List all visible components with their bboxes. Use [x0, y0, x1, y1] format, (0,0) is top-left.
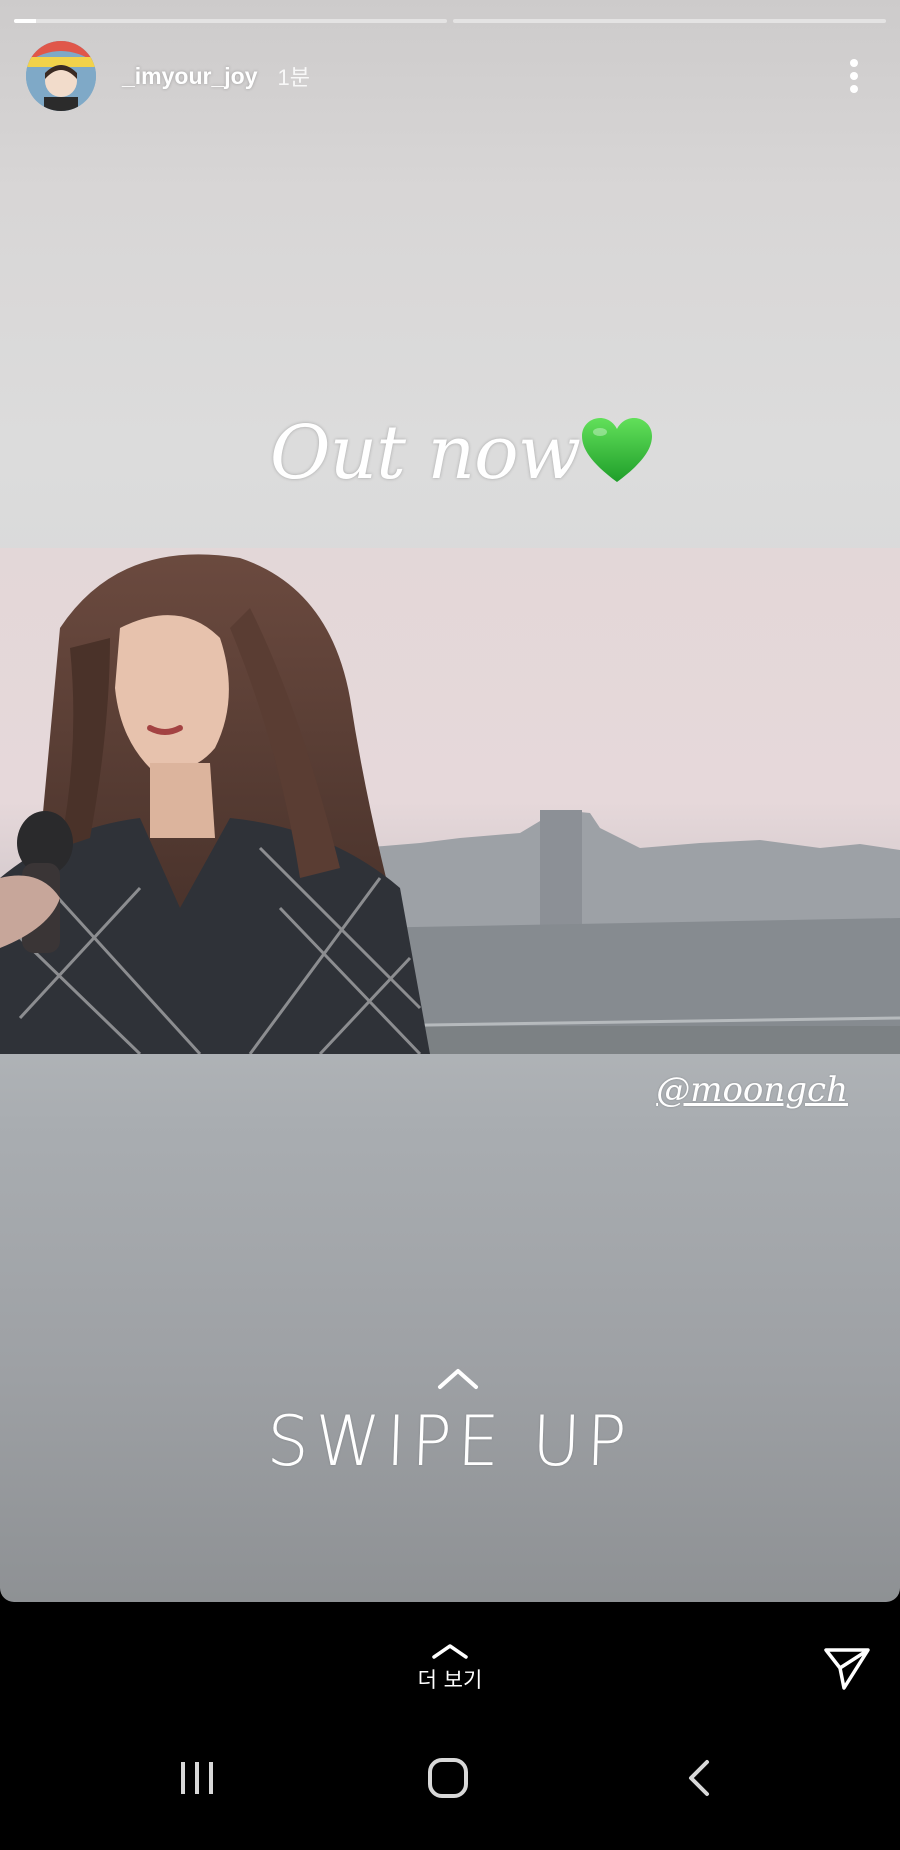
- post-time: 1분: [277, 65, 310, 90]
- back-button[interactable]: [669, 1748, 729, 1808]
- story-progress: [14, 19, 886, 23]
- more-vertical-icon: [850, 59, 858, 93]
- swipe-up-label: SWIPE UP: [266, 1401, 634, 1482]
- see-more-label: 더 보기: [417, 1668, 483, 1692]
- more-options-button[interactable]: [834, 50, 874, 102]
- back-icon: [689, 1760, 709, 1796]
- chevron-up-icon: [438, 1369, 478, 1389]
- story-frame[interactable]: _imyour_joy 1분 Out now @moongch SWIPE UP: [0, 0, 900, 1602]
- caption-text: Out now: [269, 410, 581, 496]
- story-footer: 더 보기: [0, 1602, 900, 1714]
- caption-sticker: Out now: [0, 410, 900, 496]
- home-button[interactable]: [418, 1748, 478, 1808]
- story-header: _imyour_joy 1분: [26, 40, 874, 112]
- send-button[interactable]: [822, 1646, 872, 1692]
- recent-apps-button[interactable]: [167, 1748, 227, 1808]
- swipe-up-sticker[interactable]: SWIPE UP: [0, 1365, 900, 1482]
- chevron-up-icon: [432, 1644, 468, 1659]
- green-heart-icon: [580, 416, 654, 490]
- username[interactable]: _imyour_joy: [122, 63, 258, 90]
- progress-segment: [453, 19, 886, 23]
- see-more-button[interactable]: 더 보기: [0, 1642, 900, 1694]
- send-icon: [824, 1648, 870, 1690]
- progress-fill: [14, 19, 36, 23]
- video-frame[interactable]: [0, 548, 900, 1054]
- mention-tag[interactable]: @moongch: [656, 1070, 848, 1110]
- home-icon: [428, 1758, 468, 1798]
- recent-apps-icon: [181, 1762, 213, 1794]
- system-nav-bar: [0, 1714, 900, 1850]
- avatar[interactable]: [26, 41, 96, 111]
- progress-segment: [14, 19, 447, 23]
